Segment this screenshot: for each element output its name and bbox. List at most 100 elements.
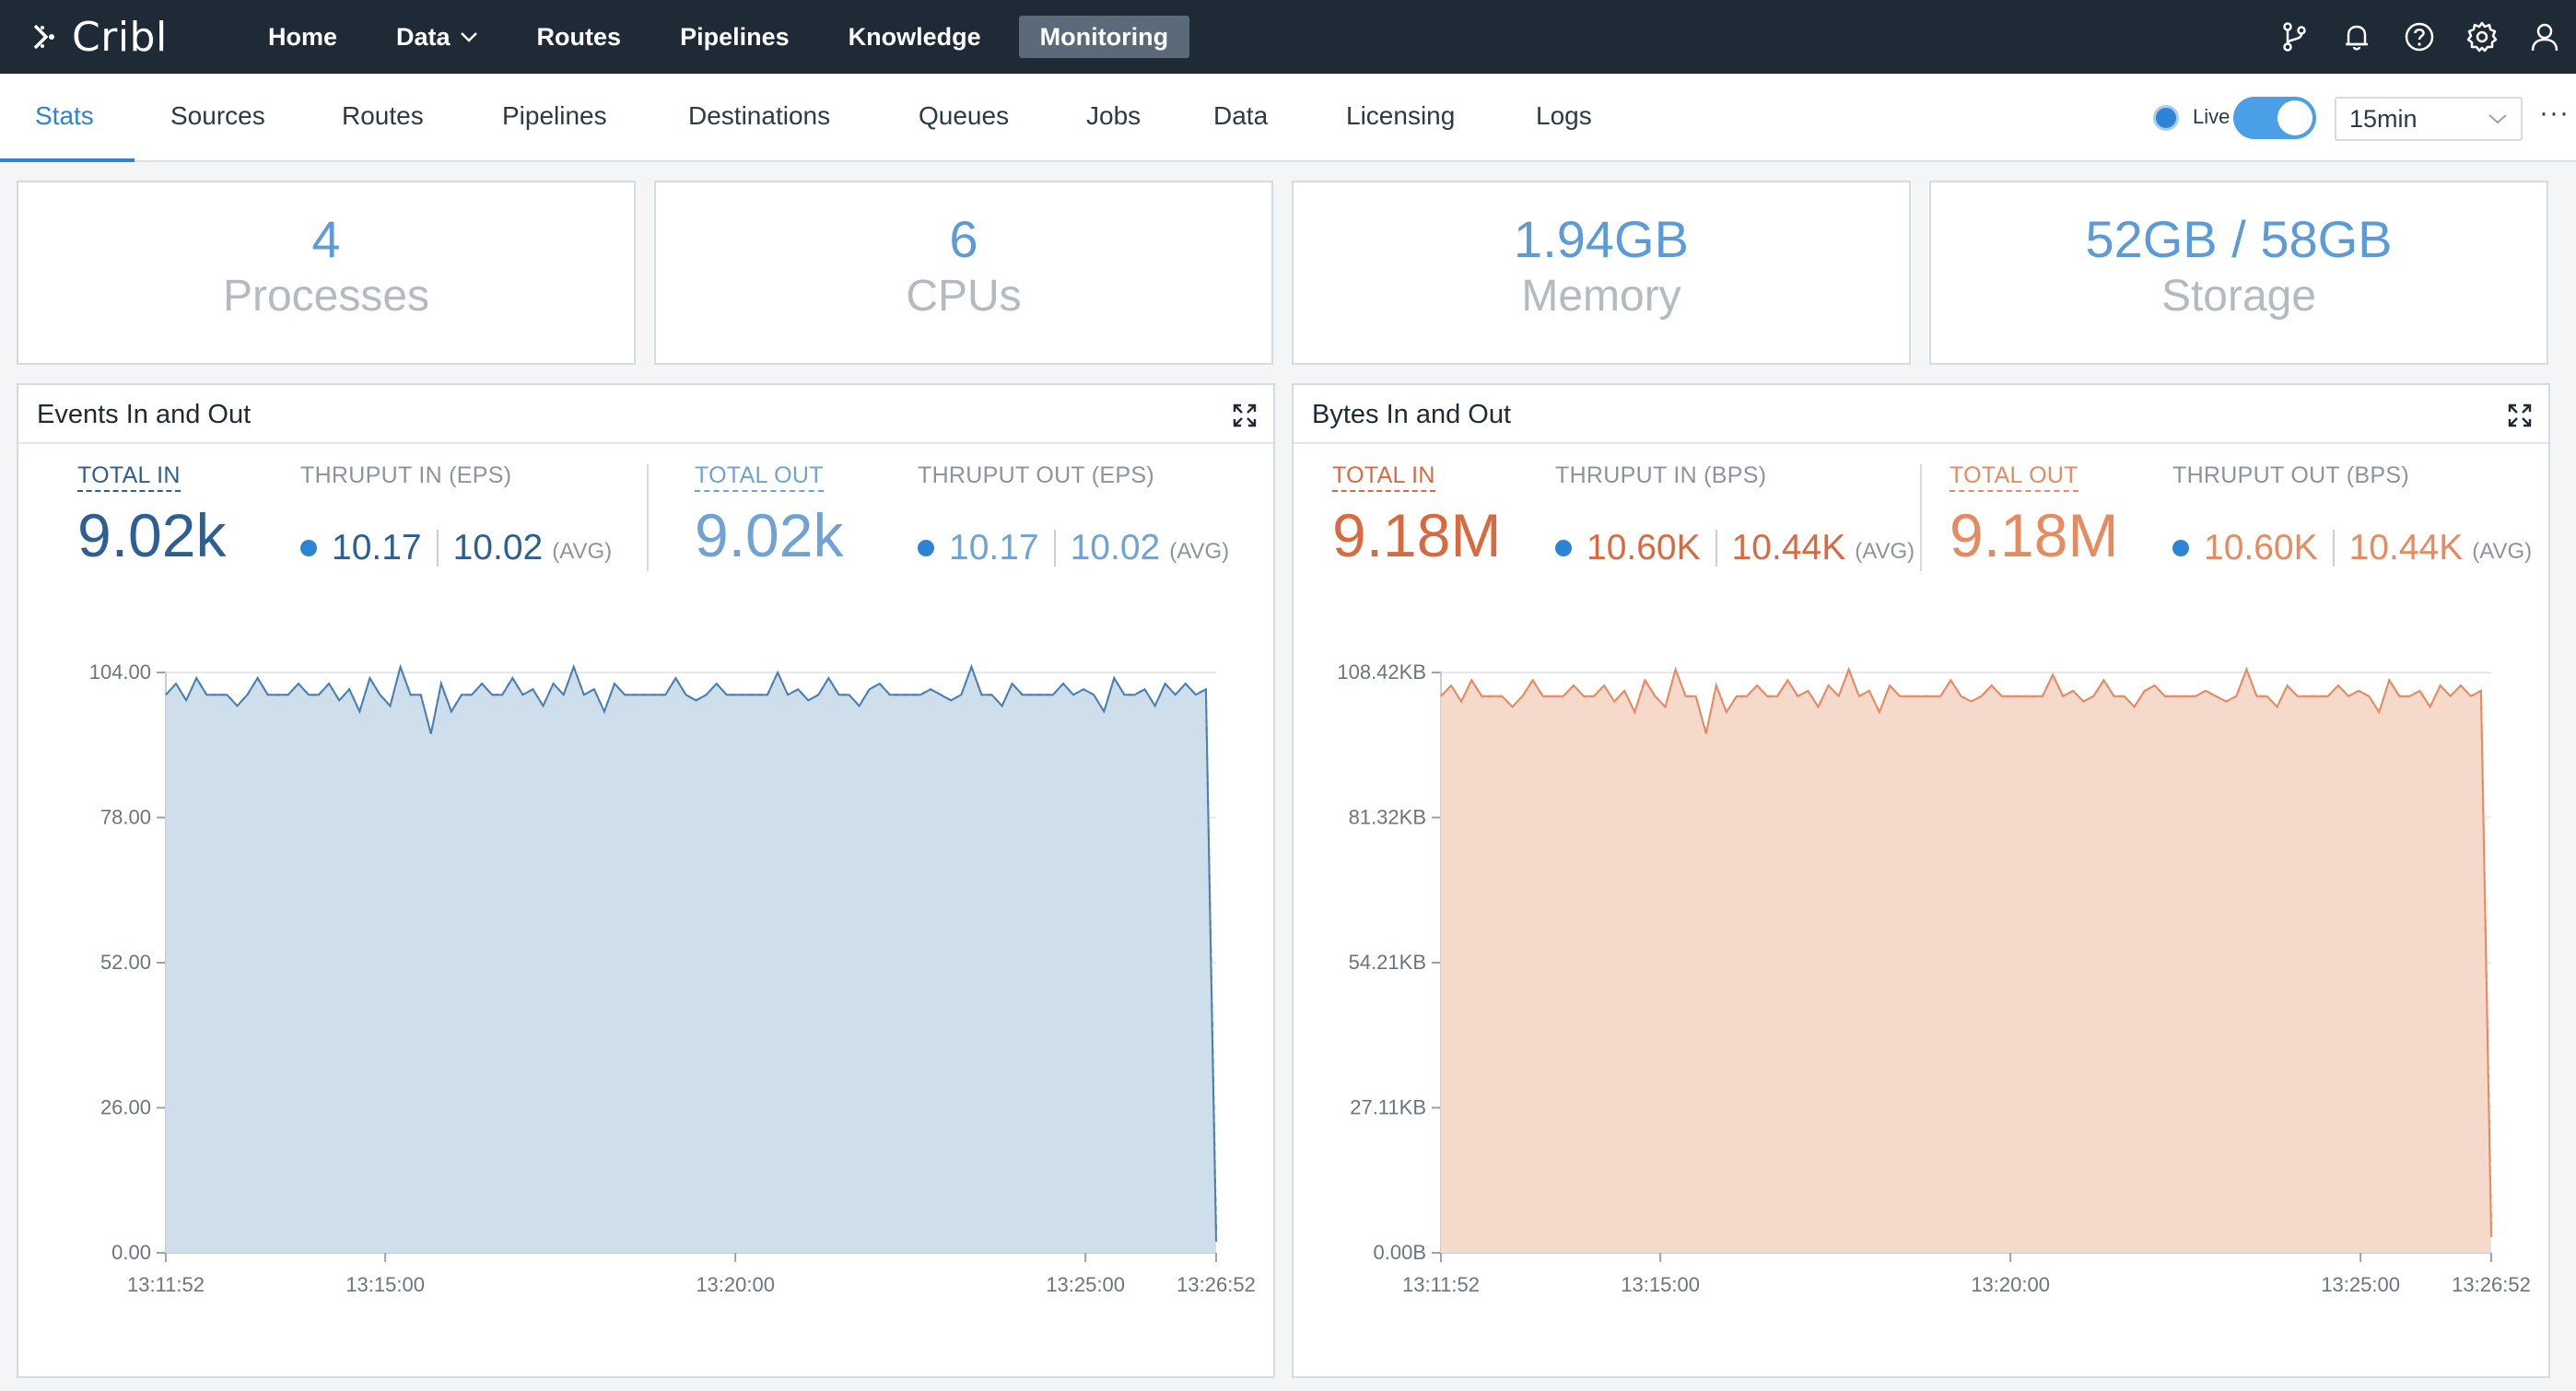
- y-tick-label: 0.00: [111, 1241, 151, 1264]
- live-dot-icon: [300, 540, 317, 556]
- nav-pipelines-label: Pipelines: [680, 23, 790, 51]
- gear-icon[interactable]: [2464, 18, 2500, 55]
- cribl-logo-icon: [33, 24, 54, 50]
- live-dot-icon: [918, 540, 934, 556]
- user-icon[interactable]: [2526, 18, 2563, 55]
- stat-value: 6: [949, 210, 978, 268]
- thruput-in-label: THRUPUT IN (BPS): [1555, 462, 1767, 488]
- tab-queues[interactable]: Queues: [919, 74, 1009, 162]
- nav-knowledge-label: Knowledge: [848, 23, 981, 51]
- x-tick-label: 13:15:00: [345, 1273, 425, 1296]
- nav-routes-label: Routes: [536, 23, 622, 51]
- x-tick-label: 13:25:00: [1046, 1273, 1125, 1296]
- stat-label: Processes: [222, 272, 430, 321]
- expand-icon[interactable]: [2508, 403, 2532, 427]
- nav-home-label: Home: [268, 23, 338, 51]
- time-range-select[interactable]: 15min: [2335, 97, 2523, 141]
- thruput-in-label: THRUPUT IN (EPS): [300, 462, 512, 488]
- stat-card-storage: 52GB / 58GB Storage: [1929, 181, 2548, 365]
- tab-sources[interactable]: Sources: [170, 74, 265, 162]
- y-tick-label: 26.00: [100, 1096, 151, 1119]
- avg-label: (AVG): [1169, 539, 1230, 564]
- stat-value: 52GB / 58GB: [2085, 210, 2393, 268]
- thruput-in-avg: 10.44K: [1731, 528, 1846, 567]
- sub-nav: Stats Sources Routes Pipelines Destinati…: [0, 74, 2576, 162]
- toggle-knob: [2277, 100, 2313, 135]
- total-out-value: 9.02k: [695, 501, 844, 569]
- x-tick-label: 13:11:52: [127, 1273, 205, 1296]
- y-tick-label: 78.00: [100, 806, 151, 829]
- active-tab-indicator: [0, 158, 135, 162]
- nav-routes[interactable]: Routes: [516, 16, 643, 58]
- tab-pipelines[interactable]: Pipelines: [502, 74, 607, 162]
- total-out-value: 9.18M: [1950, 501, 2119, 569]
- divider: [2332, 530, 2335, 567]
- nav-knowledge[interactable]: Knowledge: [827, 16, 1002, 58]
- nav-monitoring[interactable]: Monitoring: [1018, 16, 1190, 58]
- total-out-label[interactable]: TOTAL OUT: [1950, 462, 2078, 492]
- events-chart[interactable]: 0.00 26.00 52.00 78.00 104.00 13:11:52 13:15:0…: [18, 606, 1273, 1376]
- thruput-in-current: 10.60K: [1587, 528, 1701, 567]
- total-in-value: 9.02k: [77, 501, 227, 569]
- more-options-button[interactable]: ···: [2539, 98, 2570, 129]
- stat-label: Storage: [2160, 272, 2317, 321]
- chevron-down-icon: [2488, 114, 2507, 124]
- stat-card-processes: 4 Processes: [17, 181, 636, 365]
- stat-label: CPUs: [906, 272, 1022, 321]
- x-tick-label: 13:26:52: [2452, 1273, 2531, 1296]
- nav-data[interactable]: Data: [375, 16, 499, 58]
- chevron-down-icon: [460, 32, 477, 42]
- live-dot-icon: [2172, 540, 2189, 556]
- nav-pipelines[interactable]: Pipelines: [659, 16, 811, 58]
- thruput-out-avg: 10.44K: [2348, 528, 2464, 567]
- y-tick-label: 108.42KB: [1337, 660, 1426, 684]
- avg-label: (AVG): [2472, 539, 2533, 564]
- panel-title: Events In and Out: [37, 400, 252, 429]
- thruput-in-current: 10.17: [332, 528, 422, 567]
- tab-jobs[interactable]: Jobs: [1086, 74, 1141, 162]
- y-tick-label: 52.00: [100, 951, 151, 974]
- panel-title: Bytes In and Out: [1312, 400, 1512, 429]
- tab-data[interactable]: Data: [1213, 74, 1268, 162]
- y-tick-label: 27.11KB: [1350, 1096, 1426, 1119]
- thruput-in: 10.17 10.02 (AVG): [300, 523, 612, 573]
- series-area: [166, 666, 1216, 1253]
- live-indicator-icon: [2153, 105, 2179, 131]
- help-icon[interactable]: [2401, 18, 2438, 55]
- thruput-out-label: THRUPUT OUT (EPS): [918, 462, 1154, 488]
- bell-icon[interactable]: [2338, 18, 2375, 55]
- nav-home[interactable]: Home: [247, 16, 358, 58]
- total-in-label[interactable]: TOTAL IN: [1332, 462, 1435, 492]
- tab-routes[interactable]: Routes: [342, 74, 424, 162]
- live-toggle[interactable]: [2233, 97, 2316, 139]
- tab-licensing[interactable]: Licensing: [1346, 74, 1455, 162]
- x-tick-label: 13:20:00: [696, 1273, 775, 1296]
- tab-stats[interactable]: Stats: [35, 74, 94, 162]
- cribl-logo[interactable]: Cribl: [31, 0, 216, 74]
- thruput-out-current: 10.60K: [2204, 528, 2318, 567]
- series-area: [1441, 669, 2491, 1253]
- y-tick-label: 54.21KB: [1349, 951, 1426, 974]
- stat-value: 1.94GB: [1514, 210, 1689, 268]
- panel-header: Events In and Out: [18, 385, 1273, 444]
- stat-value: 4: [311, 210, 341, 268]
- total-in-label[interactable]: TOTAL IN: [77, 462, 181, 492]
- expand-icon[interactable]: [1233, 403, 1257, 427]
- thruput-in: 10.60K 10.44K (AVG): [1555, 523, 1914, 573]
- divider: [1053, 530, 1056, 567]
- x-tick-label: 13:26:52: [1177, 1273, 1256, 1296]
- events-panel: Events In and Out TOTAL IN 9.02k THRUPUT…: [17, 383, 1275, 1378]
- main-nav: Home Data Routes Pipelines Knowledge Mon…: [247, 0, 1206, 74]
- thruput-out-avg: 10.02: [1070, 528, 1161, 567]
- avg-label: (AVG): [552, 539, 613, 564]
- tab-destinations[interactable]: Destinations: [688, 74, 830, 162]
- total-out-label[interactable]: TOTAL OUT: [695, 462, 824, 492]
- y-tick-label: 104.00: [89, 660, 151, 684]
- bytes-chart[interactable]: 0.00B 27.11KB 54.21KB 81.32KB 108.42KB 13:11:…: [1294, 606, 2548, 1376]
- stat-label: Memory: [1521, 272, 1681, 321]
- tab-logs[interactable]: Logs: [1536, 74, 1592, 162]
- git-branch-icon[interactable]: [2276, 18, 2313, 55]
- panel-header: Bytes In and Out: [1294, 385, 2548, 444]
- metric-divider: [647, 464, 649, 571]
- live-dot-icon: [1555, 540, 1572, 556]
